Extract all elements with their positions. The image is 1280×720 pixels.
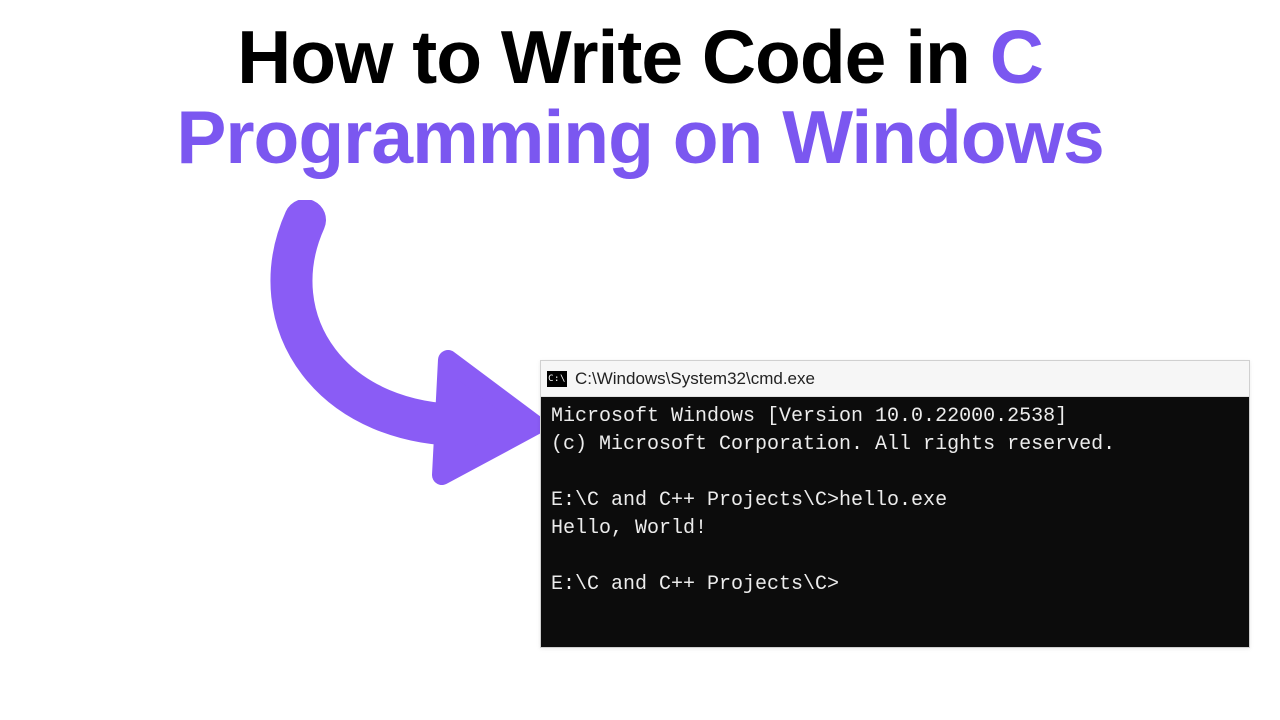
title-part-2: C: [990, 15, 1043, 99]
cmd-window: C:\ C:\Windows\System32\cmd.exe Microsof…: [540, 360, 1250, 648]
cmd-line: E:\C and C++ Projects\C>hello.exe: [551, 489, 947, 512]
cmd-line: (c) Microsoft Corporation. All rights re…: [551, 433, 1115, 456]
cmd-line: Hello, World!: [551, 517, 707, 540]
page-title: How to Write Code in C Programming on Wi…: [0, 0, 1280, 177]
title-part-1: How to Write Code in: [237, 15, 990, 99]
cmd-window-title: C:\Windows\System32\cmd.exe: [575, 369, 815, 389]
cmd-line: Microsoft Windows [Version 10.0.22000.25…: [551, 405, 1067, 428]
cmd-line: E:\C and C++ Projects\C>: [551, 573, 839, 596]
curved-arrow-icon: [200, 200, 560, 500]
cmd-titlebar: C:\ C:\Windows\System32\cmd.exe: [541, 361, 1249, 397]
cmd-output[interactable]: Microsoft Windows [Version 10.0.22000.25…: [541, 397, 1249, 647]
cmd-icon: C:\: [547, 371, 567, 387]
title-part-3: Programming on Windows: [0, 98, 1280, 178]
